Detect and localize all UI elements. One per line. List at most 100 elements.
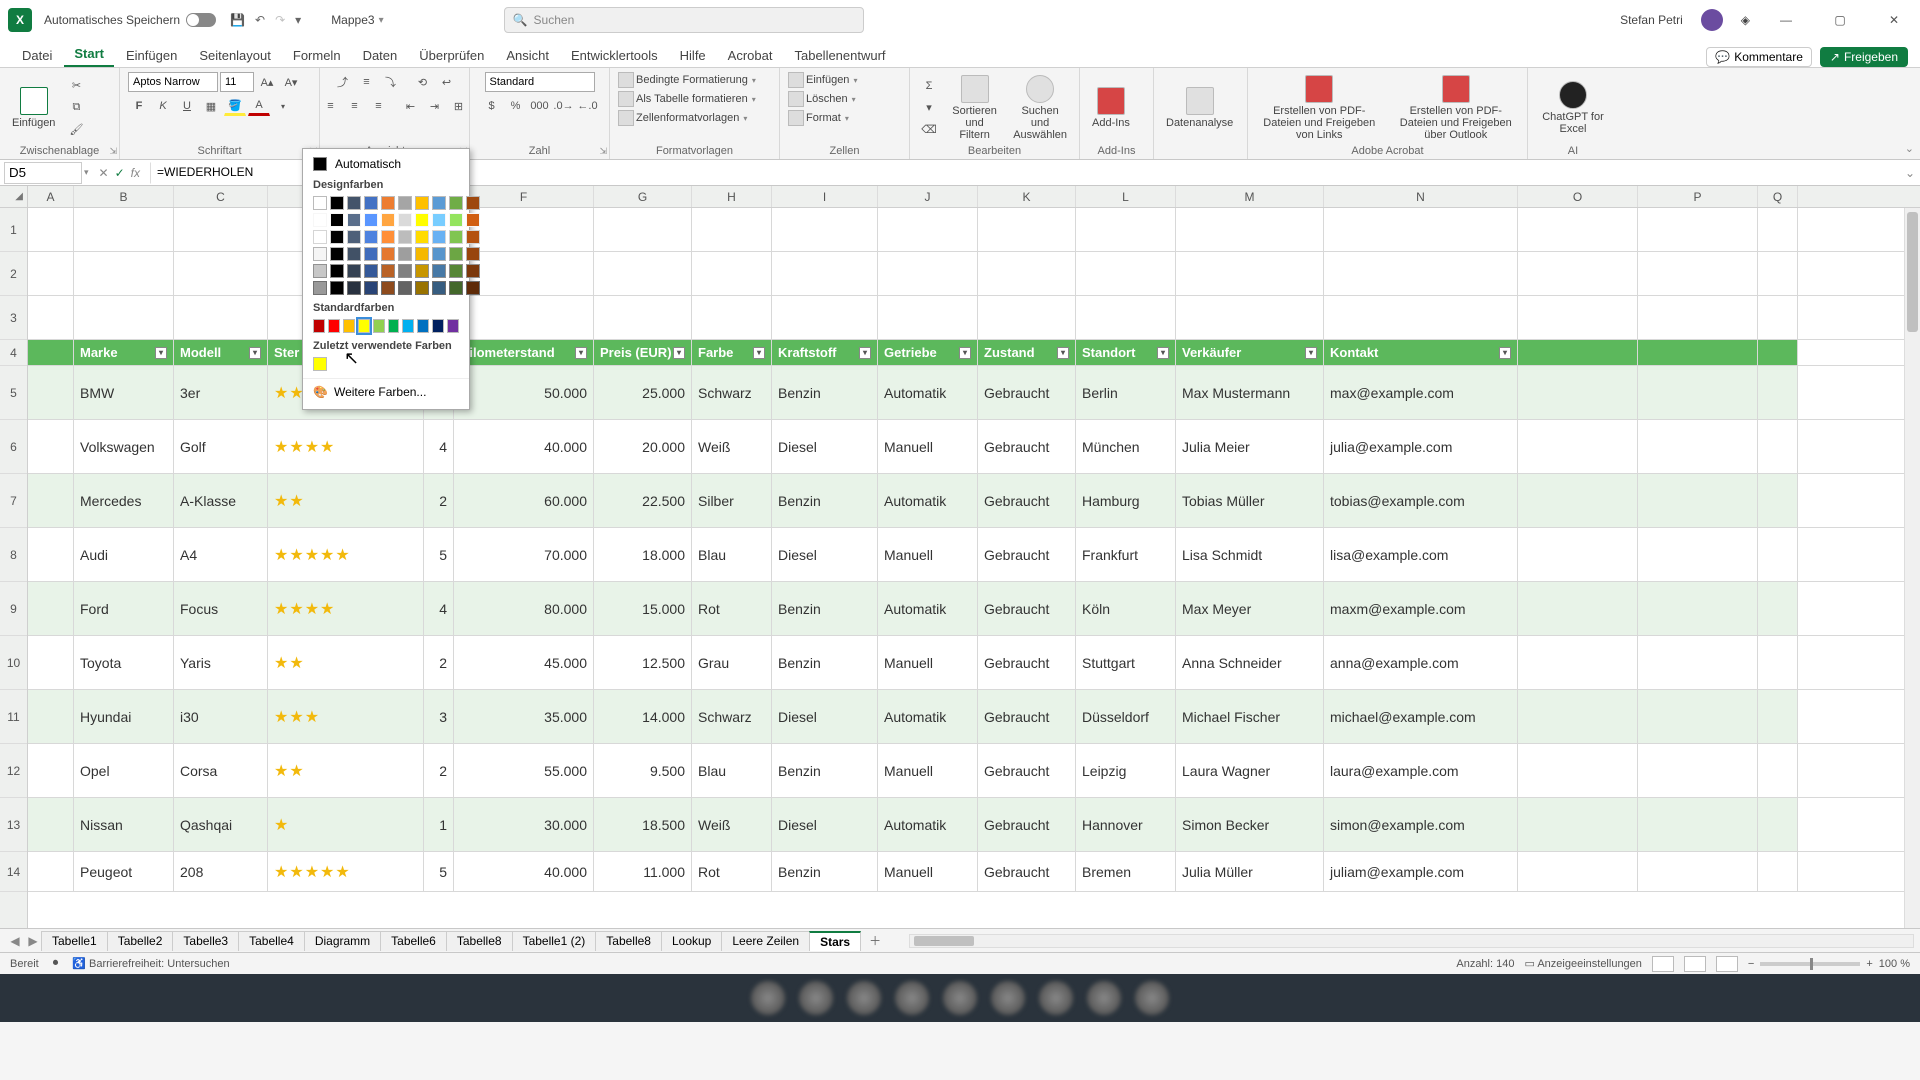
cell[interactable] — [1758, 340, 1798, 365]
color-swatch[interactable] — [449, 247, 463, 261]
scrollbar-thumb[interactable] — [1907, 212, 1918, 332]
taskbar-app-icon[interactable] — [895, 981, 929, 1015]
cell[interactable] — [1324, 296, 1518, 339]
color-swatch[interactable] — [347, 281, 361, 295]
sheet-tab[interactable]: Diagramm — [304, 931, 381, 951]
pdf-link-button[interactable]: Erstellen von PDF-Dateien und Freigeben … — [1256, 73, 1383, 143]
cell[interactable] — [1518, 340, 1638, 365]
cell[interactable] — [1758, 252, 1798, 295]
color-swatch[interactable] — [449, 281, 463, 295]
column-header[interactable]: H — [692, 186, 772, 207]
cut-icon[interactable]: ✂ — [65, 76, 87, 96]
color-swatch[interactable] — [466, 196, 480, 210]
cell[interactable]: 70.000 — [454, 528, 594, 581]
cell[interactable]: Gebraucht — [978, 420, 1076, 473]
name-box[interactable] — [4, 162, 82, 184]
filter-icon[interactable]: ▾ — [575, 347, 587, 359]
copy-icon[interactable]: ⧉ — [65, 98, 87, 118]
cell[interactable] — [1518, 528, 1638, 581]
column-header[interactable]: Q — [1758, 186, 1798, 207]
column-header[interactable]: O — [1518, 186, 1638, 207]
color-swatch[interactable] — [415, 281, 429, 295]
cell[interactable]: 18.000 — [594, 528, 692, 581]
cell[interactable]: Manuell — [878, 636, 978, 689]
color-swatch[interactable] — [330, 230, 344, 244]
collapse-ribbon-icon[interactable]: ⌄ — [1905, 142, 1914, 155]
color-swatch[interactable] — [347, 230, 361, 244]
cell[interactable] — [692, 252, 772, 295]
cell[interactable]: Opel — [74, 744, 174, 797]
cell[interactable]: ★★ — [268, 744, 424, 797]
cell[interactable] — [28, 744, 74, 797]
cell[interactable]: Automatik — [878, 366, 978, 419]
cell[interactable]: Hamburg — [1076, 474, 1176, 527]
cell[interactable] — [28, 582, 74, 635]
user-name[interactable]: Stefan Petri — [1620, 13, 1683, 27]
cell[interactable] — [174, 252, 268, 295]
color-swatch[interactable] — [398, 247, 412, 261]
number-format-select[interactable] — [485, 72, 595, 92]
cell[interactable]: Manuell — [878, 420, 978, 473]
cell[interactable]: 9.500 — [594, 744, 692, 797]
column-header[interactable]: N — [1324, 186, 1518, 207]
cell[interactable]: 2 — [424, 636, 454, 689]
column-header[interactable]: K — [978, 186, 1076, 207]
percent-icon[interactable]: % — [505, 96, 527, 116]
taskbar-app-icon[interactable] — [799, 981, 833, 1015]
cell[interactable]: München — [1076, 420, 1176, 473]
undo-icon[interactable]: ↶ — [255, 13, 265, 27]
row-header[interactable]: 12 — [0, 744, 27, 798]
filter-icon[interactable]: ▾ — [1057, 347, 1069, 359]
menu-tab-überprüfen[interactable]: Überprüfen — [409, 44, 494, 67]
color-swatch[interactable] — [432, 281, 446, 295]
sort-filter-button[interactable]: Sortieren und Filtern — [946, 73, 1003, 143]
column-header[interactable]: G — [594, 186, 692, 207]
cell[interactable]: Gebraucht — [978, 582, 1076, 635]
wrap-text-icon[interactable]: ↩ — [436, 72, 458, 92]
cell[interactable] — [74, 252, 174, 295]
color-swatch[interactable] — [466, 247, 480, 261]
cell[interactable]: Gebraucht — [978, 744, 1076, 797]
diamond-icon[interactable]: ◈ — [1741, 13, 1750, 27]
color-swatch[interactable] — [330, 281, 344, 295]
accessibility-status[interactable]: ♿ Barrierefreiheit: Untersuchen — [72, 957, 229, 970]
cell[interactable] — [1076, 296, 1176, 339]
dialog-launcher-icon[interactable]: ⇲ — [599, 146, 607, 157]
borders-icon[interactable]: ▦ — [200, 96, 222, 116]
normal-view-icon[interactable] — [1652, 956, 1674, 972]
sheet-tab[interactable]: Tabelle2 — [107, 931, 174, 951]
italic-button[interactable]: K — [152, 96, 174, 116]
color-swatch[interactable] — [381, 213, 395, 227]
cell[interactable]: BMW — [74, 366, 174, 419]
cell[interactable]: juliam@example.com — [1324, 852, 1518, 891]
cell[interactable]: Verkäufer▾ — [1176, 340, 1324, 365]
cell[interactable] — [28, 474, 74, 527]
cell[interactable] — [772, 208, 878, 251]
cell[interactable] — [1638, 208, 1758, 251]
color-swatch[interactable] — [449, 230, 463, 244]
sheet-tab[interactable]: Leere Zeilen — [721, 931, 810, 951]
cell[interactable]: 14.000 — [594, 690, 692, 743]
cell[interactable] — [1758, 636, 1798, 689]
color-swatch[interactable] — [432, 319, 444, 333]
cell[interactable]: Golf — [174, 420, 268, 473]
cell[interactable]: Schwarz — [692, 690, 772, 743]
cell[interactable] — [28, 528, 74, 581]
cell[interactable]: Nissan — [74, 798, 174, 851]
cell[interactable]: Automatik — [878, 474, 978, 527]
comments-button[interactable]: 💬 Kommentare — [1706, 47, 1812, 67]
cell[interactable] — [1518, 366, 1638, 419]
fill-color-icon[interactable]: 🪣 — [224, 96, 246, 116]
taskbar-app-icon[interactable] — [847, 981, 881, 1015]
cell[interactable]: Modell▾ — [174, 340, 268, 365]
color-swatch[interactable] — [432, 264, 446, 278]
color-swatch[interactable] — [330, 196, 344, 210]
cell[interactable] — [692, 208, 772, 251]
color-swatch[interactable] — [466, 264, 480, 278]
cell[interactable]: Manuell — [878, 744, 978, 797]
menu-tab-datei[interactable]: Datei — [12, 44, 62, 67]
cell[interactable]: 208 — [174, 852, 268, 891]
cell[interactable] — [28, 636, 74, 689]
document-name[interactable]: Mappe3 ▾ — [331, 13, 383, 27]
font-color-icon[interactable]: A — [248, 96, 270, 116]
